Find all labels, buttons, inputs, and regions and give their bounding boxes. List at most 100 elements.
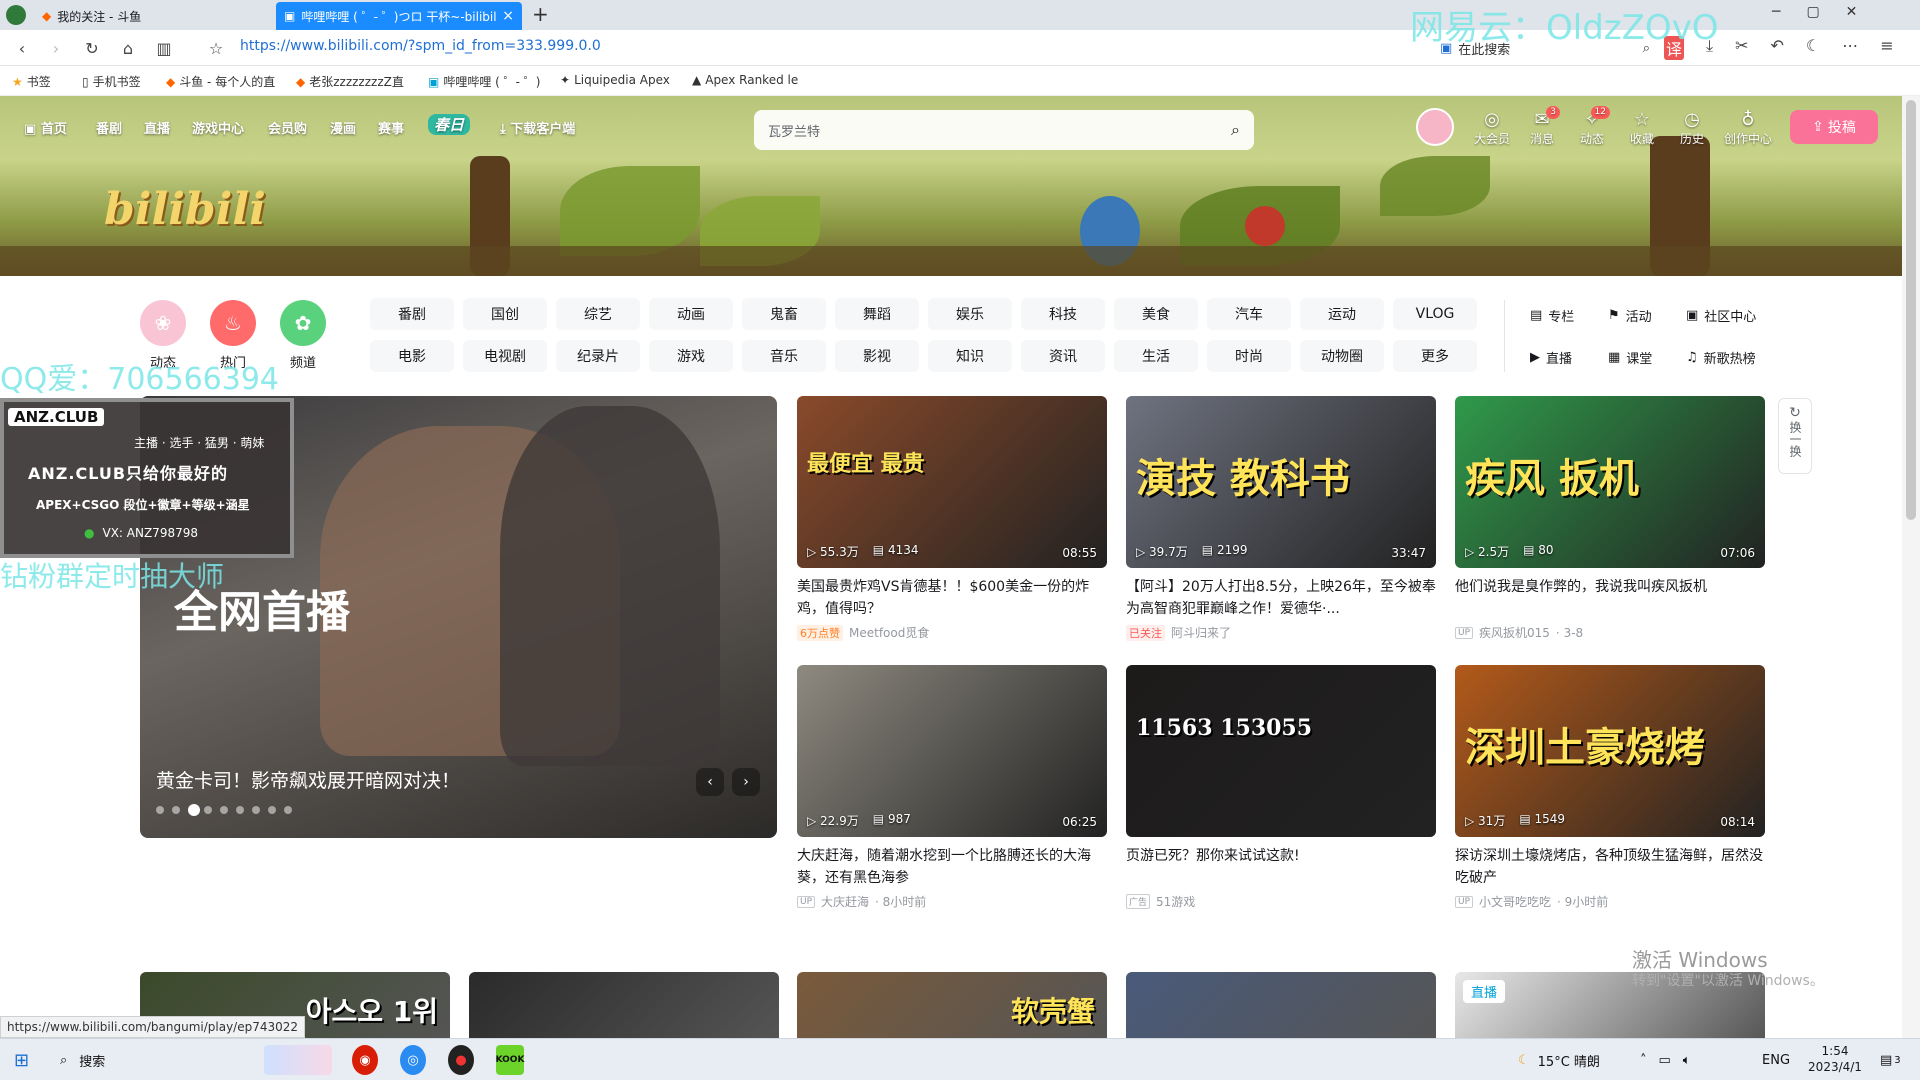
channel-chip[interactable]: 运动 (1300, 298, 1384, 330)
minimize-icon[interactable]: ─ (1772, 4, 1780, 20)
channel-chip[interactable]: 汽车 (1207, 298, 1291, 330)
header-creator-center[interactable]: ♁ 创作中心 (1720, 110, 1776, 147)
nav-anime[interactable]: 番剧 (96, 118, 122, 137)
channel-chip[interactable]: 知识 (928, 340, 1012, 372)
channel-chip[interactable]: 影视 (835, 340, 919, 372)
bookmark-item[interactable]: ✦ Liquipedia Apex (560, 73, 670, 87)
video-title[interactable]: 美国最贵炸鸡VS肯德基！！$600美金一份的炸鸡，值得吗？ (797, 576, 1107, 620)
netease-music-icon[interactable]: ◉ (352, 1045, 378, 1075)
carousel-dot[interactable] (204, 806, 212, 814)
carousel-dot[interactable] (268, 806, 276, 814)
nav-live[interactable]: 直播 (144, 118, 170, 137)
kook-icon[interactable]: KOOK (496, 1045, 524, 1075)
video-thumbnail[interactable] (1126, 972, 1436, 1042)
carousel-dot[interactable] (284, 806, 292, 814)
video-card[interactable]: 疾风 扳机 ▷ 2.5万 ▤ 80 07:06 他们说我是臭作弊的，我说我叫疾风扳机 UP… (1455, 396, 1765, 641)
nav-spring[interactable]: 春日 (428, 114, 471, 135)
channel-chip[interactable]: 电影 (370, 340, 454, 372)
video-author[interactable]: 阿斗归来了 (1171, 624, 1231, 641)
new-tab-button[interactable]: + (532, 2, 549, 26)
carousel-dot[interactable] (156, 806, 164, 814)
close-icon[interactable]: × (502, 8, 514, 24)
header-vip[interactable]: ◎ 大会员 (1470, 110, 1514, 147)
channel-chip[interactable]: 番剧 (370, 298, 454, 330)
video-thumbnail[interactable]: 深圳土豪烧烤 ▷ 31万 ▤ 1549 08:14 (1455, 665, 1765, 837)
forward-icon[interactable]: › (44, 36, 68, 60)
video-author[interactable]: 51游戏 (1156, 893, 1195, 910)
carousel-next-button[interactable]: › (732, 768, 760, 796)
side-link-classroom[interactable]: ▦ 课堂 (1608, 348, 1652, 367)
bookmark-item[interactable]: ▲ Apex Ranked le (692, 73, 798, 87)
nav-mall[interactable]: 会员购 (268, 118, 307, 137)
bookmark-item[interactable]: ◆ 老张zzzzzzzzZ直 (296, 73, 404, 90)
channel-chip[interactable]: 国创 (463, 298, 547, 330)
back-icon[interactable]: ‹ (10, 36, 34, 60)
video-card[interactable]: 演技 教科书 ▷ 39.7万 ▤ 2199 33:47 【阿斗】20万人打出8.5分，上… (1126, 396, 1436, 641)
carousel-dot[interactable] (236, 806, 244, 814)
channel-chip[interactable]: 更多 (1393, 340, 1477, 372)
video-title[interactable]: 页游已死？那你来试试这款! (1126, 845, 1436, 889)
carousel-dot[interactable] (188, 804, 200, 816)
header-dynamic[interactable]: ✧ 12 动态 (1570, 106, 1614, 147)
channel-chip[interactable]: 综艺 (556, 298, 640, 330)
channel-chip[interactable]: VLOG (1393, 298, 1477, 330)
video-author[interactable]: 大庆赶海 (821, 893, 869, 910)
channel-chip[interactable]: 科技 (1021, 298, 1105, 330)
nav-game-center[interactable]: 游戏中心 (192, 118, 244, 137)
channel-chip[interactable]: 音乐 (742, 340, 826, 372)
search-icon[interactable]: ⌕ (1231, 120, 1240, 140)
app-taskbar-icon[interactable]: ● (448, 1045, 474, 1075)
notification-center[interactable]: ▤ 3 (1880, 1045, 1901, 1075)
reader-icon[interactable]: ▥ (152, 36, 176, 60)
carousel-dot[interactable] (220, 806, 228, 814)
channel-channels[interactable]: ✿ 频道 (280, 300, 326, 371)
language-indicator[interactable]: ENG (1762, 1045, 1790, 1075)
chevron-up-icon[interactable]: ˄ (1640, 1053, 1647, 1068)
browser-taskbar-icon[interactable]: ◎ (400, 1045, 426, 1075)
video-title[interactable]: 他们说我是臭作弊的，我说我叫疾风扳机 (1455, 576, 1765, 620)
avatar[interactable] (1416, 108, 1454, 146)
video-card[interactable]: 11563 153055 页游已死？那你来试试这款! 广告 51游戏 (1126, 665, 1436, 910)
video-thumbnail[interactable] (469, 972, 779, 1042)
video-thumbnail[interactable]: 疾风 扳机 ▷ 2.5万 ▤ 80 07:06 (1455, 396, 1765, 568)
channel-chip[interactable]: 纪录片 (556, 340, 640, 372)
url-input[interactable]: https://www.bilibili.com/?spm_id_from=33… (240, 38, 601, 54)
channel-chip[interactable]: 动物圈 (1300, 340, 1384, 372)
carousel-prev-button[interactable]: ‹ (696, 768, 724, 796)
refresh-button[interactable]: ↻ 换一换 (1778, 398, 1812, 474)
side-link-events[interactable]: ⚑ 活动 (1608, 306, 1652, 325)
bookmark-item[interactable]: ▯ 手机书签 (82, 73, 141, 90)
carousel-dot[interactable] (252, 806, 260, 814)
night-mode-icon[interactable]: ☾ (1806, 36, 1820, 60)
side-link-live[interactable]: ▶ 直播 (1530, 348, 1572, 367)
channel-chip[interactable]: 动画 (649, 298, 733, 330)
video-title[interactable]: 大庆赶海，随着潮水挖到一个比胳膊还长的大海葵，还有黑色海参 (797, 845, 1107, 889)
video-thumbnail[interactable]: 软壳蟹 (797, 972, 1107, 1042)
channel-chip[interactable]: 资讯 (1021, 340, 1105, 372)
video-thumbnail[interactable]: ▷ 22.9万 ▤ 987 06:25 (797, 665, 1107, 837)
header-history[interactable]: ◷ 历史 (1670, 110, 1714, 147)
upload-button[interactable]: ⇪ 投稿 (1790, 110, 1878, 144)
nav-manga[interactable]: 漫画 (330, 118, 356, 137)
video-card[interactable]: 最便宜 最贵 ▷ 55.3万 ▤ 4134 08:55 美国最贵炸鸡VS肯德基！！$60… (797, 396, 1107, 641)
header-messages[interactable]: ✉ 3 消息 (1520, 106, 1564, 147)
side-link-new-songs[interactable]: ♫ 新歌热榜 (1686, 348, 1756, 367)
channel-chip[interactable]: 生活 (1114, 340, 1198, 372)
video-author[interactable]: 小文哥吃吃吃 (1479, 893, 1551, 910)
home-icon[interactable]: ⌂ (116, 36, 140, 60)
taskbar-search[interactable]: ⌕ 搜索 (60, 1045, 105, 1075)
weather[interactable]: ☾ 15°C 晴朗 (1518, 1045, 1600, 1075)
reload-icon[interactable]: ↻ (80, 36, 104, 60)
header-favorites[interactable]: ☆ 收藏 (1620, 110, 1664, 147)
channel-chip[interactable]: 鬼畜 (742, 298, 826, 330)
bookmark-star-icon[interactable]: ☆ (204, 36, 228, 60)
video-title[interactable]: 【阿斗】20万人打出8.5分，上映26年，至今被奉为高智商犯罪巅峰之作！爱德华·… (1126, 576, 1436, 620)
maximize-icon[interactable]: ▢ (1806, 4, 1819, 20)
volume-icon[interactable]: 🔈︎ (1683, 1053, 1691, 1068)
channel-chip[interactable]: 电视剧 (463, 340, 547, 372)
search-input[interactable]: 瓦罗兰特 ⌕ (754, 110, 1254, 150)
video-title[interactable]: 探访深圳土壕烧烤店，各种顶级生猛海鲜，居然没吃破产 (1455, 845, 1765, 889)
side-link-column[interactable]: ▤ 专栏 (1530, 306, 1574, 325)
video-author[interactable]: Meetfood觅食 (849, 624, 929, 641)
channel-chip[interactable]: 舞蹈 (835, 298, 919, 330)
